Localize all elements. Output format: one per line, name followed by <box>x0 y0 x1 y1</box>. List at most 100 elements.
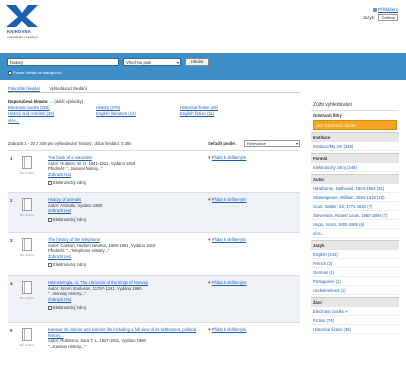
logo-text: KNIHOVNA <box>7 29 31 34</box>
chevron-down-icon: ▾ <box>176 60 179 65</box>
facet-group-language: Jazyk English (344) French (2) German (1… <box>311 240 399 295</box>
active-filter[interactable]: Jen: Electronic books <box>313 120 397 130</box>
result-number: 1 <box>10 156 13 161</box>
result-title-link[interactable]: The history of the telephone <box>48 237 100 242</box>
result-number: 4 <box>10 281 13 286</box>
result-item: 3 Bez obrázku The history of the telepho… <box>8 232 300 275</box>
heart-icon: ♥ <box>208 327 211 332</box>
book-cover-icon <box>22 328 32 341</box>
book-cover-icon <box>22 238 32 251</box>
sidebar-title: Zúžit vyhledávání <box>311 99 399 111</box>
divider <box>8 92 300 93</box>
facet-item[interactable]: Undetermined (1) <box>311 286 399 295</box>
facet-group-head: Žánr <box>311 297 399 307</box>
result-subjects: "...Kansas History..." <box>48 343 86 349</box>
heart-icon: ♥ <box>208 155 211 160</box>
facet-item[interactable]: Stevenson, Robert Louis, 1850-1894 (7) <box>311 211 399 220</box>
language-label: Jazyk: <box>362 15 376 20</box>
result-format: Elektronický zdroj <box>53 216 86 222</box>
topics-more-link[interactable]: více... <box>8 118 19 123</box>
facet-item[interactable]: English (344) <box>311 250 399 259</box>
user-icon <box>372 7 377 12</box>
add-to-favorites-link[interactable]: Přidat k oblíbeným <box>212 155 247 160</box>
add-to-favorites-link[interactable]: Přidat k oblíbeným <box>212 280 247 285</box>
view-text-link[interactable]: Zobrazit text <box>48 208 71 213</box>
facet-item[interactable]: Hawthorne, Nathaniel, 1804-1864 (31) <box>311 184 399 193</box>
topic-link[interactable]: History and criticism (25) <box>8 111 54 116</box>
facet-group-head: Instituce <box>311 132 399 142</box>
search-bar: history Všechna pole ▾ Hledat Pouze hleda… <box>0 53 406 80</box>
search-field-select[interactable]: Všechna pole ▾ <box>123 58 181 66</box>
view-text-link[interactable]: Zobrazit text <box>48 172 71 177</box>
heart-icon: ♥ <box>208 280 211 285</box>
search-within-checkbox[interactable] <box>8 70 12 75</box>
chevron-down-icon: ▾ <box>295 141 298 146</box>
book-cover-icon <box>22 198 32 211</box>
suggested-topics-label: Doporučená témata: <box>8 99 49 104</box>
facet-item[interactable]: Hugo, Victor, 1802-1885 (6) <box>311 220 399 229</box>
facet-item[interactable]: French (2) <box>311 259 399 268</box>
topic-link[interactable]: English literature (12) <box>96 111 136 116</box>
facet-item-selected[interactable]: Electronic books✔ <box>311 307 399 316</box>
result-format: Elektronický zdroj <box>53 305 86 311</box>
topic-link[interactable]: Historical fiction (29) <box>180 105 218 110</box>
add-to-favorites-link[interactable]: Přidat k oblíbeným <box>212 197 247 202</box>
refine-sidebar: Zúžit vyhledávání Odstranit filtry Jen: … <box>311 99 399 334</box>
add-to-favorites-link[interactable]: Přidat k oblíbeným <box>212 327 247 332</box>
facet-item[interactable]: Fiction (74) <box>311 316 399 325</box>
suggested-topics: Doporučená témata: ... (další výsledky) … <box>8 99 300 123</box>
result-format: Elektronický zdroj <box>53 262 86 268</box>
view-text-link[interactable]: Zobrazit text <box>48 254 71 259</box>
facet-item[interactable]: Elektronický zdroj (349) <box>311 163 399 172</box>
login-link[interactable]: Přihlášení <box>378 7 398 12</box>
suggested-topics-more-note: ... (další výsledky) <box>49 99 84 104</box>
add-to-favorites-link[interactable]: Přidat k oblíbeným <box>212 237 247 242</box>
result-title-link[interactable]: Kansas: its interior and exterior life i… <box>48 327 196 338</box>
search-within-row[interactable]: Pouze hledat ve stávajících <box>8 70 62 75</box>
result-item: 2 Bez obrázku History of animals Autor: … <box>8 192 300 232</box>
facet-item[interactable]: Shakespeare, William, 1564-1616 (10) <box>311 193 399 202</box>
no-image-text: Bez obrázku <box>19 344 35 347</box>
result-title-link[interactable]: The book of a naturalist <box>48 155 92 160</box>
book-cover-icon <box>22 156 32 169</box>
facet-more-link[interactable]: více... <box>311 229 399 238</box>
result-title-link[interactable]: History of animals <box>48 197 81 202</box>
facet-item[interactable]: Instituce/My UK (349) <box>311 142 399 151</box>
result-number: 5 <box>10 328 13 333</box>
result-title-link[interactable]: Heimskringla, or, The chronicle of the k… <box>48 280 148 285</box>
result-item: 1 Bez obrázku The book of a naturalist A… <box>8 150 300 192</box>
no-image-text: Bez obrázku <box>19 214 35 217</box>
tab-search-history[interactable]: Vyhledávací hledání <box>49 86 87 91</box>
topic-link[interactable]: English fiction (11) <box>180 111 214 116</box>
view-text-link[interactable]: Zobrazit text <box>48 297 71 302</box>
result-item: 4 Bez obrázku Heimskringla, or, The chro… <box>8 275 300 322</box>
facet-item[interactable]: Historical fiction (36) <box>311 325 399 334</box>
sort-select[interactable]: Relevance ▾ <box>244 140 300 147</box>
search-button[interactable]: Hledat <box>185 58 209 66</box>
logo-subtitle: vyhledávání v katalogu <box>7 35 38 39</box>
ebook-icon <box>48 217 52 222</box>
facet-group-genre: Žánr Electronic books✔ Fiction (74) Hist… <box>311 297 399 334</box>
no-image-text: Bez obrázku <box>19 297 35 300</box>
facet-item[interactable]: German (1) <box>311 268 399 277</box>
language-select[interactable]: Čeština <box>378 14 398 21</box>
tab-advanced-search[interactable]: Pokročilé hledání <box>8 86 40 91</box>
heart-icon: ♥ <box>208 197 211 202</box>
search-input[interactable]: history <box>7 58 119 66</box>
facet-group-institution: Instituce Instituce/My UK (349) <box>311 132 399 151</box>
facet-item[interactable]: Portuguese (1) <box>311 277 399 286</box>
remove-filters-label[interactable]: Odstranit filtry <box>311 111 399 119</box>
topic-link[interactable]: History (279) <box>96 105 120 110</box>
sort-label: Seřadit podle: <box>208 141 236 146</box>
facet-group-author: Autor Hawthorne, Nathaniel, 1804-1864 (3… <box>311 174 399 238</box>
no-image-text: Bez obrázku <box>19 254 35 257</box>
library-logo[interactable]: KNIHOVNA vyhledávání v katalogu <box>6 5 40 45</box>
book-cover-icon <box>22 281 32 294</box>
results-summary: Zobrazit 1 - 20 z 349 pro vyhledávání 'h… <box>8 141 132 146</box>
result-format: Elektronický zdroj <box>53 180 86 186</box>
results-list: 1 Bez obrázku The book of a naturalist A… <box>8 150 300 355</box>
facet-item[interactable]: Scott, Walter, Sir, 1771-1832 (7) <box>311 202 399 211</box>
topic-link[interactable]: Electronic books (326) <box>8 105 50 110</box>
facet-group-head: Formát <box>311 153 399 163</box>
search-tabs: Pokročilé hledání Vyhledávací hledání <box>8 86 95 91</box>
